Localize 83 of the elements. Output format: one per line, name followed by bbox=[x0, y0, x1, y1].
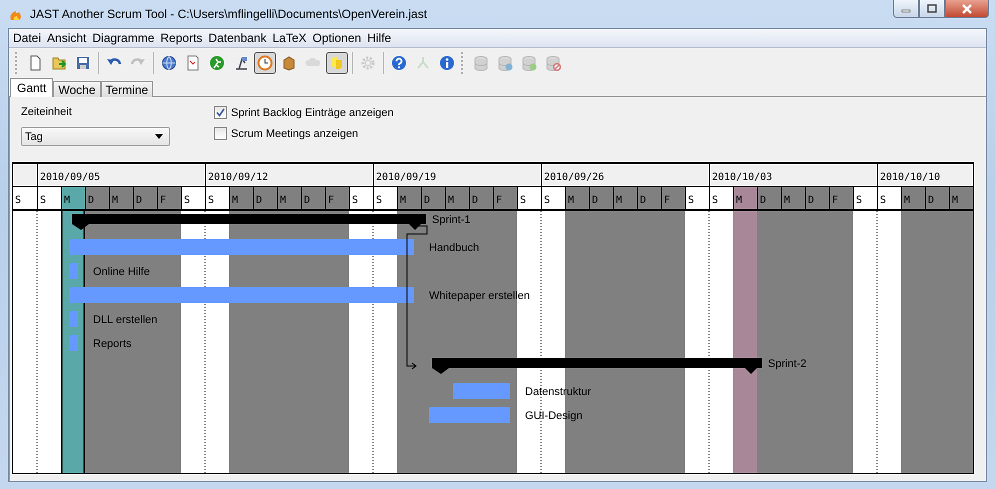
time-unit-dropdown[interactable]: Tag bbox=[21, 127, 170, 146]
week-header: 2010/09/05 bbox=[37, 164, 205, 187]
day-header: D bbox=[253, 187, 277, 211]
day-header: S bbox=[541, 187, 565, 211]
day-header: S bbox=[517, 187, 541, 211]
tab[interactable]: Termine bbox=[100, 81, 154, 97]
day-header: F bbox=[325, 187, 349, 211]
day-header: S bbox=[709, 187, 733, 211]
task-label: Datenstruktur bbox=[525, 386, 592, 398]
checkbox[interactable] bbox=[214, 106, 227, 119]
day-header: M bbox=[901, 187, 925, 211]
menu-item[interactable]: Reports bbox=[157, 31, 206, 45]
day-header: S bbox=[685, 187, 709, 211]
maximize-button[interactable] bbox=[919, 0, 945, 18]
sprint-label: Sprint-2 bbox=[768, 358, 807, 370]
maximize-icon bbox=[927, 4, 937, 13]
day-header: M bbox=[613, 187, 637, 211]
day-header: S bbox=[853, 187, 877, 211]
day-header: F bbox=[157, 187, 181, 211]
task-bar bbox=[69, 311, 78, 327]
day-header: M bbox=[61, 187, 85, 211]
clock-icon[interactable] bbox=[254, 52, 276, 74]
menu-item[interactable]: Datei bbox=[10, 31, 44, 45]
sprint-label: Sprint-1 bbox=[432, 214, 471, 226]
day-header: M bbox=[733, 187, 757, 211]
day-header: D bbox=[421, 187, 445, 211]
day-header: M bbox=[565, 187, 589, 211]
week-header: 2010/09/19 bbox=[373, 164, 541, 187]
checkbox-label: Scrum Meetings anzeigen bbox=[231, 128, 358, 140]
menu-item[interactable]: Hilfe bbox=[364, 31, 394, 45]
day-header: D bbox=[301, 187, 325, 211]
day-header: F bbox=[829, 187, 853, 211]
menu-item[interactable]: Optionen bbox=[310, 31, 364, 45]
day-header: D bbox=[85, 187, 109, 211]
day-header: S bbox=[37, 187, 61, 211]
day-header: S bbox=[373, 187, 397, 211]
task-label: GUI-Design bbox=[525, 410, 582, 422]
tab[interactable]: Gantt bbox=[10, 78, 54, 97]
minimize-button[interactable] bbox=[893, 0, 919, 18]
task-label: Online Hilfe bbox=[93, 266, 150, 278]
menu-item[interactable]: Ansicht bbox=[44, 31, 90, 45]
day-header: M bbox=[445, 187, 469, 211]
time-unit-label: Zeiteinheit bbox=[21, 106, 73, 118]
day-header: D bbox=[469, 187, 493, 211]
task-label: DLL erstellen bbox=[93, 314, 158, 326]
sticky-notes-icon[interactable] bbox=[326, 52, 348, 74]
day-header: S bbox=[181, 187, 205, 211]
day-header: S bbox=[877, 187, 901, 211]
task-bar bbox=[69, 263, 78, 279]
menu-item[interactable]: LaTeX bbox=[269, 31, 310, 45]
tab[interactable]: Woche bbox=[53, 81, 100, 97]
day-header: M bbox=[781, 187, 805, 211]
day-header: S bbox=[205, 187, 229, 211]
day-header: M bbox=[229, 187, 253, 211]
day-header: D bbox=[589, 187, 613, 211]
week-header: 2010/09/26 bbox=[541, 164, 709, 187]
close-icon bbox=[961, 4, 973, 14]
checkbox[interactable] bbox=[214, 127, 227, 140]
day-header: D bbox=[925, 187, 949, 211]
day-header: D bbox=[805, 187, 829, 211]
day-header: F bbox=[493, 187, 517, 211]
day-header: M bbox=[397, 187, 421, 211]
caret-icon bbox=[155, 134, 163, 139]
week-header: 2010/10/03 bbox=[709, 164, 877, 187]
day-header: M bbox=[277, 187, 301, 211]
close-button[interactable] bbox=[945, 0, 989, 18]
week-header: 2010/10/10 bbox=[877, 164, 973, 187]
task-label: Handbuch bbox=[429, 242, 480, 254]
day-header: D bbox=[133, 187, 157, 211]
day-header: M bbox=[949, 187, 973, 211]
task-label: Reports bbox=[93, 338, 132, 350]
menu-item[interactable]: Diagramme bbox=[89, 31, 158, 45]
day-header: M bbox=[109, 187, 133, 211]
task-bar bbox=[69, 335, 78, 351]
task-bar bbox=[453, 383, 510, 399]
checkbox-label: Sprint Backlog Einträge anzeigen bbox=[231, 106, 394, 118]
window-title: JAST Another Scrum Tool - C:\Users\mflingelli\Documents\OpenVerein.jast bbox=[30, 7, 428, 21]
menu-item[interactable]: Datenbank bbox=[205, 31, 270, 45]
day-header: S bbox=[349, 187, 373, 211]
day-header: D bbox=[637, 187, 661, 211]
day-header: F bbox=[661, 187, 685, 211]
week-header: 2010/09/12 bbox=[205, 164, 373, 187]
day-header: D bbox=[757, 187, 781, 211]
